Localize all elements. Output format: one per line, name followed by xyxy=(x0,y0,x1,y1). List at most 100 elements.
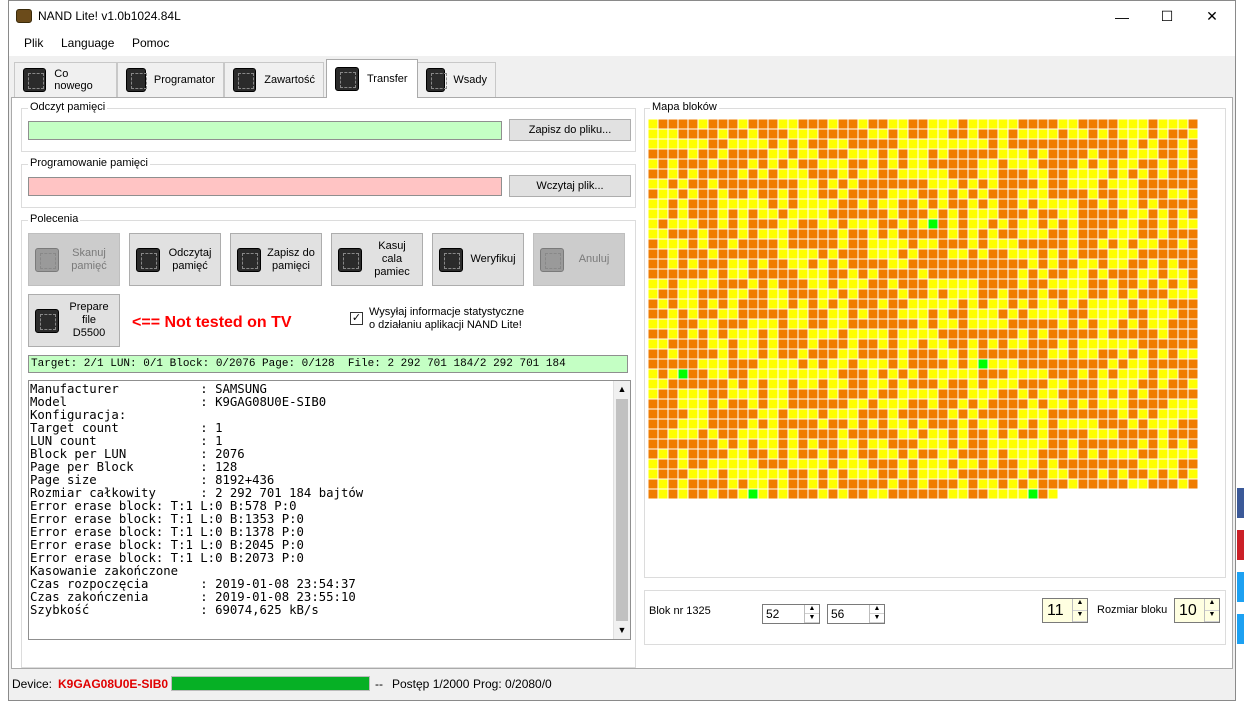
block-cell[interactable] xyxy=(828,379,838,389)
block-cell[interactable] xyxy=(958,119,968,129)
block-cell[interactable] xyxy=(718,299,728,309)
block-cell[interactable] xyxy=(1048,379,1058,389)
block-cell[interactable] xyxy=(908,329,918,339)
block-cell[interactable] xyxy=(848,479,858,489)
block-cell[interactable] xyxy=(868,259,878,269)
block-cell[interactable] xyxy=(908,239,918,249)
block-cell[interactable] xyxy=(1118,319,1128,329)
block-cell[interactable] xyxy=(1108,269,1118,279)
block-cell[interactable] xyxy=(678,369,688,379)
block-cell[interactable] xyxy=(648,479,658,489)
block-cell[interactable] xyxy=(1128,249,1138,259)
block-cell[interactable] xyxy=(868,309,878,319)
block-cell[interactable] xyxy=(1058,189,1068,199)
block-cell[interactable] xyxy=(798,429,808,439)
block-cell[interactable] xyxy=(1168,369,1178,379)
block-cell[interactable] xyxy=(668,419,678,429)
block-cell[interactable] xyxy=(928,409,938,419)
block-cell[interactable] xyxy=(1158,339,1168,349)
block-cell[interactable] xyxy=(908,289,918,299)
block-cell[interactable] xyxy=(658,139,668,149)
block-cell[interactable] xyxy=(908,159,918,169)
block-cell[interactable] xyxy=(818,489,828,499)
block-cell[interactable] xyxy=(1028,369,1038,379)
block-cell[interactable] xyxy=(888,309,898,319)
block-cell[interactable] xyxy=(1128,389,1138,399)
block-cell[interactable] xyxy=(1048,409,1058,419)
block-cell[interactable] xyxy=(1098,159,1108,169)
block-cell[interactable] xyxy=(798,259,808,269)
block-cell[interactable] xyxy=(1188,289,1198,299)
block-cell[interactable] xyxy=(988,449,998,459)
block-cell[interactable] xyxy=(948,319,958,329)
block-cell[interactable] xyxy=(878,299,888,309)
block-cell[interactable] xyxy=(768,489,778,499)
block-cell[interactable] xyxy=(1078,389,1088,399)
block-cell[interactable] xyxy=(858,339,868,349)
block-cell[interactable] xyxy=(668,249,678,259)
block-cell[interactable] xyxy=(1138,239,1148,249)
block-cell[interactable] xyxy=(868,389,878,399)
block-cell[interactable] xyxy=(688,399,698,409)
block-cell[interactable] xyxy=(748,429,758,439)
block-cell[interactable] xyxy=(938,389,948,399)
block-cell[interactable] xyxy=(998,239,1008,249)
block-cell[interactable] xyxy=(808,299,818,309)
block-cell[interactable] xyxy=(1058,169,1068,179)
block-cell[interactable] xyxy=(718,179,728,189)
block-cell[interactable] xyxy=(948,409,958,419)
block-cell[interactable] xyxy=(768,469,778,479)
block-cell[interactable] xyxy=(648,129,658,139)
block-cell[interactable] xyxy=(848,339,858,349)
block-cell[interactable] xyxy=(1088,199,1098,209)
block-cell[interactable] xyxy=(1068,329,1078,339)
block-cell[interactable] xyxy=(1138,299,1148,309)
block-cell[interactable] xyxy=(668,329,678,339)
block-cell[interactable] xyxy=(858,399,868,409)
block-cell[interactable] xyxy=(648,309,658,319)
block-cell[interactable] xyxy=(808,489,818,499)
block-cell[interactable] xyxy=(1118,259,1128,269)
block-cell[interactable] xyxy=(1178,269,1188,279)
block-cell[interactable] xyxy=(1058,179,1068,189)
block-cell[interactable] xyxy=(988,489,998,499)
block-cell[interactable] xyxy=(1008,439,1018,449)
block-cell[interactable] xyxy=(668,199,678,209)
block-cell[interactable] xyxy=(858,209,868,219)
block-cell[interactable] xyxy=(978,169,988,179)
block-cell[interactable] xyxy=(748,139,758,149)
block-cell[interactable] xyxy=(668,489,678,499)
block-cell[interactable] xyxy=(1148,139,1158,149)
block-cell[interactable] xyxy=(1118,419,1128,429)
block-cell[interactable] xyxy=(1018,409,1028,419)
block-cell[interactable] xyxy=(1058,119,1068,129)
block-cell[interactable] xyxy=(1038,349,1048,359)
block-cell[interactable] xyxy=(778,359,788,369)
block-cell[interactable] xyxy=(1168,319,1178,329)
block-cell[interactable] xyxy=(798,279,808,289)
block-cell[interactable] xyxy=(1158,319,1168,329)
block-cell[interactable] xyxy=(828,289,838,299)
block-cell[interactable] xyxy=(748,129,758,139)
block-cell[interactable] xyxy=(958,239,968,249)
block-cell[interactable] xyxy=(808,159,818,169)
block-cell[interactable] xyxy=(878,359,888,369)
block-cell[interactable] xyxy=(878,159,888,169)
block-cell[interactable] xyxy=(1188,189,1198,199)
block-cell[interactable] xyxy=(748,189,758,199)
block-cell[interactable] xyxy=(828,419,838,429)
block-cell[interactable] xyxy=(858,479,868,489)
block-cell[interactable] xyxy=(1118,219,1128,229)
block-cell[interactable] xyxy=(658,209,668,219)
block-cell[interactable] xyxy=(988,249,998,259)
block-cell[interactable] xyxy=(948,129,958,139)
block-cell[interactable] xyxy=(1038,229,1048,239)
block-cell[interactable] xyxy=(718,149,728,159)
block-cell[interactable] xyxy=(768,149,778,159)
block-cell[interactable] xyxy=(948,269,958,279)
block-cell[interactable] xyxy=(1138,469,1148,479)
block-cell[interactable] xyxy=(1118,469,1128,479)
block-cell[interactable] xyxy=(658,389,668,399)
block-cell[interactable] xyxy=(998,379,1008,389)
block-cell[interactable] xyxy=(1048,169,1058,179)
